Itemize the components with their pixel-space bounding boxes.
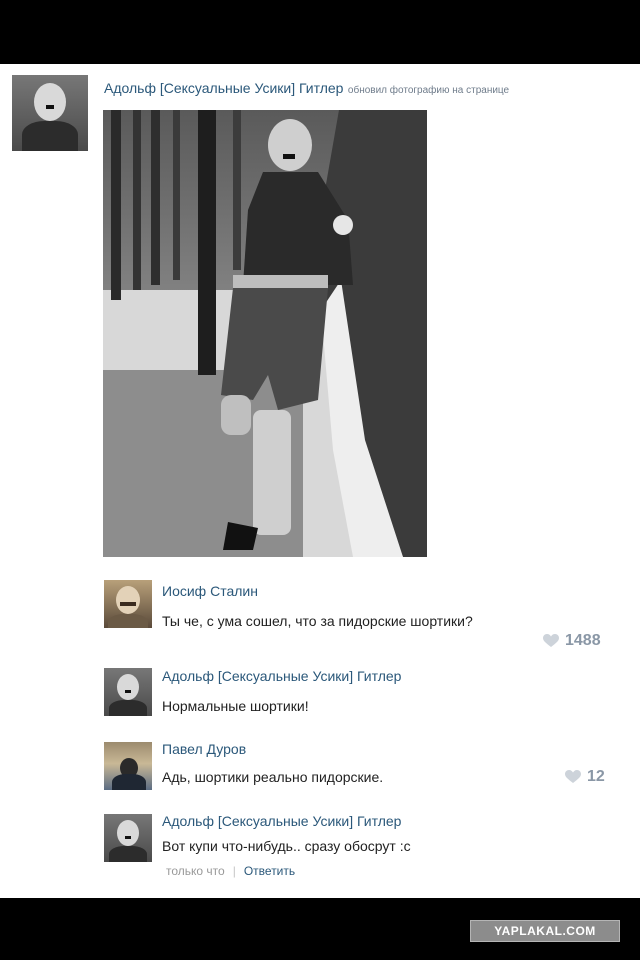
comment-author-link[interactable]: Адольф [Сексуальные Усики] Гитлер: [162, 813, 401, 829]
like-button[interactable]: 12: [565, 768, 605, 786]
like-button[interactable]: 1488: [543, 632, 601, 650]
comment-text: Нормальные шортики!: [162, 698, 309, 714]
comment-text: Ты че, с ума сошел, что за пидорские шор…: [162, 613, 473, 629]
comment-text: Вот купи что-нибудь.. сразу обосрут :с: [162, 838, 411, 854]
heart-icon: [543, 634, 559, 647]
reply-link[interactable]: Ответить: [244, 864, 295, 878]
author-avatar[interactable]: [12, 75, 88, 151]
comment-author-link[interactable]: Адольф [Сексуальные Усики] Гитлер: [162, 668, 401, 684]
heart-icon: [565, 770, 581, 783]
like-count: 1488: [565, 632, 601, 649]
post-photo[interactable]: [103, 110, 427, 557]
comment-avatar[interactable]: [104, 668, 152, 716]
comment-author-link[interactable]: Иосиф Сталин: [162, 583, 258, 599]
photo-image: [103, 110, 427, 557]
comment-avatar[interactable]: [104, 742, 152, 790]
comment-timestamp: только что: [166, 864, 225, 878]
comment-text: Адь, шортики реально пидорские.: [162, 769, 384, 785]
watermark: YAPLAKAL.COM: [470, 920, 620, 942]
post-header: Адольф [Сексуальные Усики] Гитлер обнови…: [104, 80, 634, 98]
comment-avatar[interactable]: [104, 814, 152, 862]
post-action-text: обновил фотографию на странице: [347, 85, 510, 96]
post-author-link[interactable]: Адольф [Сексуальные Усики] Гитлер: [104, 80, 343, 96]
meta-separator: |: [232, 864, 236, 878]
comment-meta: только что | Ответить: [166, 864, 295, 878]
like-count: 12: [587, 768, 605, 785]
comment-avatar[interactable]: [104, 580, 152, 628]
comment-author-link[interactable]: Павел Дуров: [162, 741, 246, 757]
